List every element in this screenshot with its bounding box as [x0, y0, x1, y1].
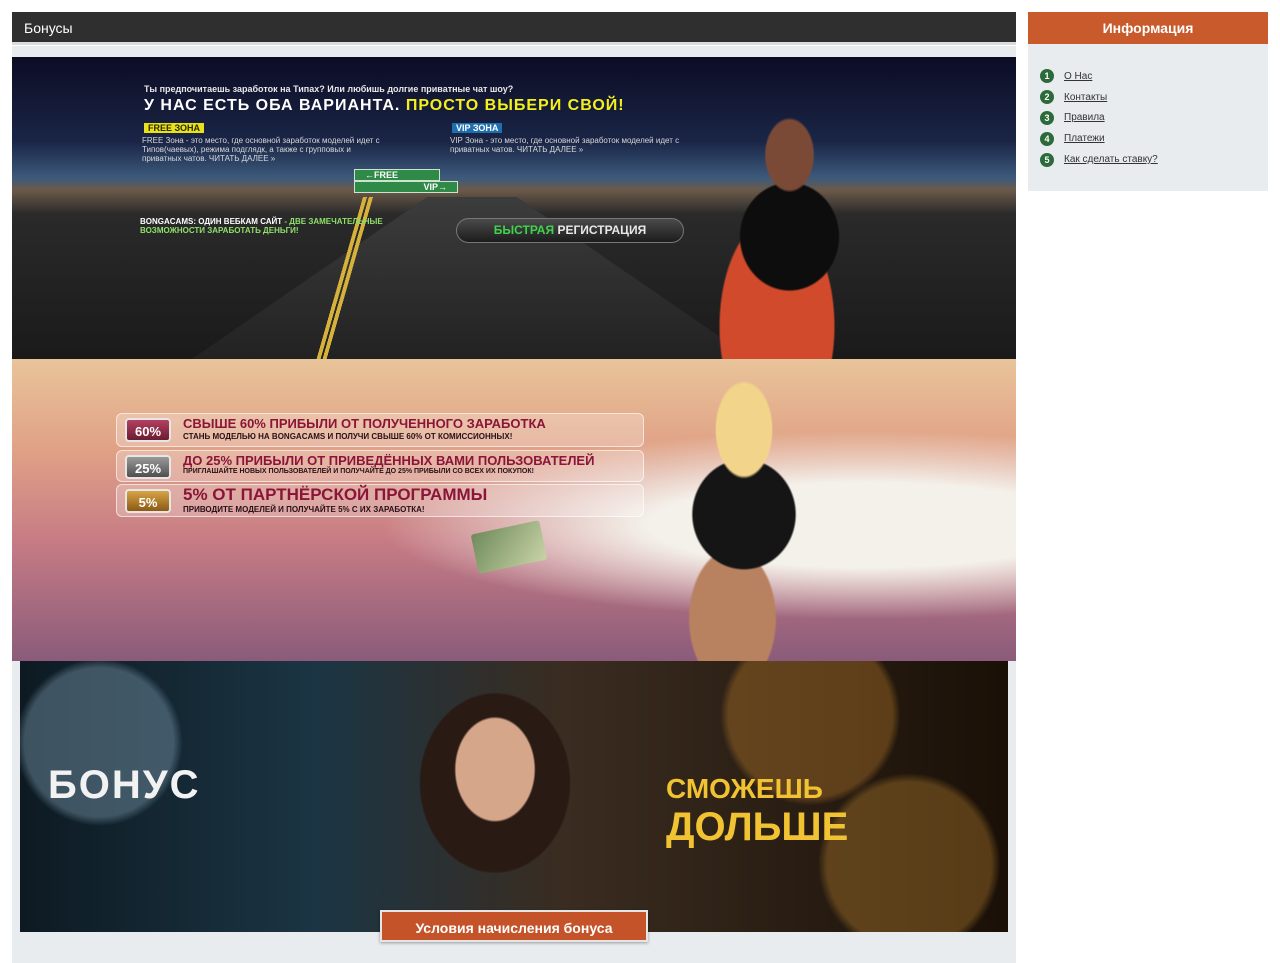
profit-row: 60% СВЫШЕ 60% ПРИБЫЛИ ОТ ПОЛУЧЕННОГО ЗАР…: [116, 413, 644, 447]
banner-headline: У НАС ЕСТЬ ОБА ВАРИАНТА. ПРОСТО ВЫБЕРИ С…: [144, 97, 625, 114]
sidebar-link[interactable]: О Нас: [1064, 71, 1092, 82]
profit-heading: ДО 25% ПРИБЫЛИ ОТ ПРИВЕДЁННЫХ ВАМИ ПОЛЬЗ…: [183, 453, 595, 468]
free-sign: ←FREE: [354, 169, 440, 181]
banner-bonus[interactable]: БОНУС СМОЖЕШЬ ДОЛЬШЕ: [20, 661, 1008, 932]
percent-badge: 25%: [125, 455, 171, 479]
number-badge: 3: [1040, 110, 1054, 125]
number-badge: 2: [1040, 90, 1054, 105]
banner-profit[interactable]: 60% СВЫШЕ 60% ПРИБЫЛИ ОТ ПОЛУЧЕННОГО ЗАР…: [12, 359, 1016, 661]
number-badge: 5: [1040, 152, 1054, 167]
number-badge: 1: [1040, 69, 1054, 84]
banner-zones[interactable]: Ты предпочитаешь заработок на Типах? Или…: [12, 57, 1016, 359]
percent-badge: 60%: [125, 418, 171, 442]
sidebar-item-how-to-bet[interactable]: 5 Как сделать ставку?: [1040, 149, 1268, 170]
vip-zone-text: VIP Зона - это место, где основной зараб…: [450, 136, 680, 154]
sidebar-item-contacts[interactable]: 2 Контакты: [1040, 87, 1268, 108]
sidebar-item-rules[interactable]: 3 Правила: [1040, 108, 1268, 129]
bonus-terms-button[interactable]: Условия начисления бонуса: [380, 910, 648, 942]
profit-subtext: ПРИВОДИТЕ МОДЕЛЕЙ И ПОЛУЧАЙТЕ 5% С ИХ ЗА…: [183, 505, 425, 514]
profit-heading: 5% ОТ ПАРТНЁРСКОЙ ПРОГРАММЫ: [183, 485, 488, 504]
bonus-slogan: СМОЖЕШЬ ДОЛЬШЕ: [666, 773, 849, 849]
model-image: [652, 87, 902, 359]
model-image: [370, 661, 620, 932]
sidebar-link[interactable]: Платежи: [1064, 133, 1105, 144]
sidebar-link[interactable]: Контакты: [1064, 92, 1107, 103]
sidebar-menu: 1 О Нас 2 Контакты 3 Правила 4 Платежи 5…: [1028, 44, 1268, 191]
profit-subtext: СТАНЬ МОДЕЛЬЮ НА BONGACAMS И ПОЛУЧИ СВЫШ…: [183, 432, 513, 441]
main-column: Бонусы: [12, 12, 1016, 45]
number-badge: 4: [1040, 131, 1054, 146]
bonus-title: БОНУС: [48, 763, 201, 807]
bonga-tagline: BONGACAMS: ОДИН ВЕБКАМ САЙТ - ДВЕ ЗАМЕЧА…: [140, 217, 383, 235]
model-image: [652, 379, 882, 661]
vip-zone-tag: VIP ЗОНА: [452, 123, 503, 133]
banner-question: Ты предпочитаешь заработок на Типах? Или…: [144, 84, 514, 94]
sidebar-item-payments[interactable]: 4 Платежи: [1040, 128, 1268, 149]
profit-subtext: ПРИГЛАШАЙТЕ НОВЫХ ПОЛЬЗОВАТЕЛЕЙ И ПОЛУЧА…: [183, 468, 534, 475]
free-zone-text: FREE Зона - это место, где основной зара…: [142, 136, 380, 163]
money-image: [470, 520, 548, 574]
profit-heading: СВЫШЕ 60% ПРИБЫЛИ ОТ ПОЛУЧЕННОГО ЗАРАБОТ…: [183, 416, 546, 431]
percent-badge: 5%: [125, 489, 171, 513]
profit-row: 5% 5% ОТ ПАРТНЁРСКОЙ ПРОГРАММЫ ПРИВОДИТЕ…: [116, 484, 644, 517]
vip-sign: VIP→: [354, 181, 458, 193]
sidebar-title: Информация: [1028, 12, 1268, 44]
sidebar-link[interactable]: Правила: [1064, 112, 1105, 123]
sidebar-item-about[interactable]: 1 О Нас: [1040, 66, 1268, 87]
quick-registration-button[interactable]: БЫСТРАЯ РЕГИСТРАЦИЯ: [456, 218, 684, 243]
profit-row: 25% ДО 25% ПРИБЫЛИ ОТ ПРИВЕДЁННЫХ ВАМИ П…: [116, 450, 644, 482]
sidebar-link[interactable]: Как сделать ставку?: [1064, 154, 1158, 165]
free-zone-tag: FREE ЗОНА: [144, 123, 205, 133]
page-title: Бонусы: [12, 12, 1016, 45]
